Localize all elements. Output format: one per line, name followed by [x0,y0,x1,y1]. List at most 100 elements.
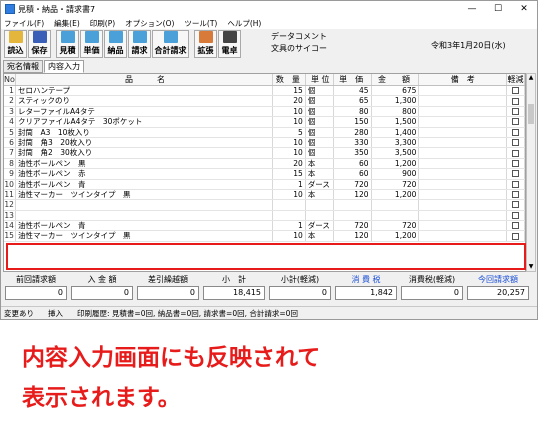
cell-unit[interactable]: ダース [306,221,334,231]
total-value[interactable]: 0 [401,286,463,300]
cell-item[interactable]: 油性ボールペン 青 [16,221,273,231]
menu-item-4[interactable]: ツール(T) [184,18,217,29]
toolbar-button-0[interactable]: 読込 [4,30,27,58]
cell-item[interactable]: 油性ボールペン 黒 [16,158,273,169]
cell-item[interactable]: スティックのり [16,96,273,106]
cell-item[interactable]: 封筒 角2 30枚入り [16,148,273,158]
cell-item[interactable]: レターファイルA4タテ [16,106,273,117]
cell-qty[interactable]: 1 [273,179,306,189]
cell-note[interactable] [419,169,508,179]
cell-note[interactable] [419,96,508,106]
cell-amount[interactable]: 1,200 [372,189,420,200]
cell-unit[interactable]: 本 [306,158,334,169]
reduced-tax-checkbox[interactable] [512,232,520,240]
close-button[interactable]: ✕ [511,1,537,17]
minimize-button[interactable]: — [459,1,485,17]
total-value[interactable]: 0 [137,286,199,300]
cell-note[interactable] [419,158,508,169]
cell-qty[interactable]: 10 [273,106,306,117]
cell-amount[interactable]: 3,500 [372,148,420,158]
cell-amount[interactable]: 1,400 [372,127,420,137]
cell-amount[interactable]: 900 [372,169,420,179]
cell-item[interactable]: セロハンテープ [16,86,273,96]
cell-unit[interactable] [306,200,334,210]
cell-qty[interactable]: 20 [273,158,306,169]
menu-item-2[interactable]: 印刷(P) [90,18,115,29]
reduced-tax-checkbox[interactable] [512,128,520,136]
cell-price[interactable] [334,200,372,210]
cell-amount[interactable]: 800 [372,106,420,117]
tab-addressee[interactable]: 宛名情報 [3,60,43,73]
reduced-tax-checkbox[interactable] [512,87,520,95]
vertical-scrollbar[interactable]: ▲ ▼ [526,73,536,272]
cell-unit[interactable]: ダース [306,179,334,189]
reduced-tax-checkbox[interactable] [512,191,520,199]
cell-amount[interactable] [372,200,420,210]
cell-item[interactable]: 油性ボールペン 青 [16,179,273,189]
cell-unit[interactable]: 個 [306,96,334,106]
reduced-tax-checkbox[interactable] [512,211,520,219]
cell-item[interactable]: 封筒 角3 20枚入り [16,137,273,148]
cell-price[interactable]: 720 [334,221,372,231]
cell-amount[interactable]: 1,200 [372,231,420,241]
cell-price[interactable]: 80 [334,106,372,117]
maximize-button[interactable]: ☐ [485,1,511,17]
cell-unit[interactable]: 個 [306,127,334,137]
total-value[interactable]: 0 [269,286,331,300]
scroll-down-icon[interactable]: ▼ [527,263,535,271]
reduced-tax-checkbox[interactable] [512,201,520,209]
cell-amount[interactable]: 1,300 [372,96,420,106]
cell-item[interactable]: 封筒 A3 10枚入り [16,127,273,137]
cell-note[interactable] [419,117,508,127]
menu-item-1[interactable]: 編集(E) [54,18,80,29]
cell-qty[interactable]: 10 [273,137,306,148]
reduced-tax-checkbox[interactable] [512,222,520,230]
cell-unit[interactable]: 個 [306,106,334,117]
cell-qty[interactable] [273,200,306,210]
cell-price[interactable] [334,210,372,221]
cell-note[interactable] [419,106,508,117]
cell-item[interactable]: 油性マーカー ツインタイプ 黒 [16,231,273,241]
cell-price[interactable]: 280 [334,127,372,137]
date-display[interactable]: 令和3年1月20日(水) [431,40,506,51]
cell-item[interactable]: 油性ボールペン 赤 [16,169,273,179]
cell-note[interactable] [419,179,508,189]
reduced-tax-checkbox[interactable] [512,159,520,167]
cell-note[interactable] [419,137,508,148]
reduced-tax-checkbox[interactable] [512,97,520,105]
cell-amount[interactable]: 3,300 [372,137,420,148]
cell-unit[interactable] [306,210,334,221]
cell-price[interactable]: 60 [334,169,372,179]
reduced-tax-checkbox[interactable] [512,180,520,188]
toolbar-button-8[interactable]: 電卓 [218,30,241,58]
cell-price[interactable]: 45 [334,86,372,96]
cell-amount[interactable]: 720 [372,221,420,231]
toolbar-button-7[interactable]: 拡張 [194,30,217,58]
total-value[interactable]: 1,842 [335,286,397,300]
total-value[interactable]: 0 [5,286,67,300]
data-comment-value[interactable]: 文具のサイコー [271,43,327,55]
cell-qty[interactable]: 10 [273,231,306,241]
menu-item-5[interactable]: ヘルプ(H) [227,18,261,29]
cell-qty[interactable]: 15 [273,86,306,96]
cell-qty[interactable]: 20 [273,96,306,106]
tab-content-input[interactable]: 内容入力 [44,60,84,73]
cell-note[interactable] [419,189,508,200]
cell-unit[interactable]: 本 [306,189,334,200]
menu-item-3[interactable]: オプション(O) [125,18,174,29]
cell-item[interactable] [16,210,273,221]
cell-amount[interactable]: 1,200 [372,158,420,169]
scroll-up-icon[interactable]: ▲ [527,74,535,82]
cell-item[interactable]: クリアファイルA4タテ 30ポケット [16,117,273,127]
cell-price[interactable]: 350 [334,148,372,158]
cell-qty[interactable]: 10 [273,117,306,127]
cell-unit[interactable]: 個 [306,86,334,96]
cell-price[interactable]: 330 [334,137,372,148]
cell-unit[interactable]: 個 [306,117,334,127]
cell-price[interactable]: 60 [334,158,372,169]
cell-price[interactable]: 720 [334,179,372,189]
cell-price[interactable]: 150 [334,117,372,127]
cell-amount[interactable]: 675 [372,86,420,96]
cell-amount[interactable] [372,210,420,221]
cell-item[interactable]: 油性マーカー ツインタイプ 黒 [16,189,273,200]
